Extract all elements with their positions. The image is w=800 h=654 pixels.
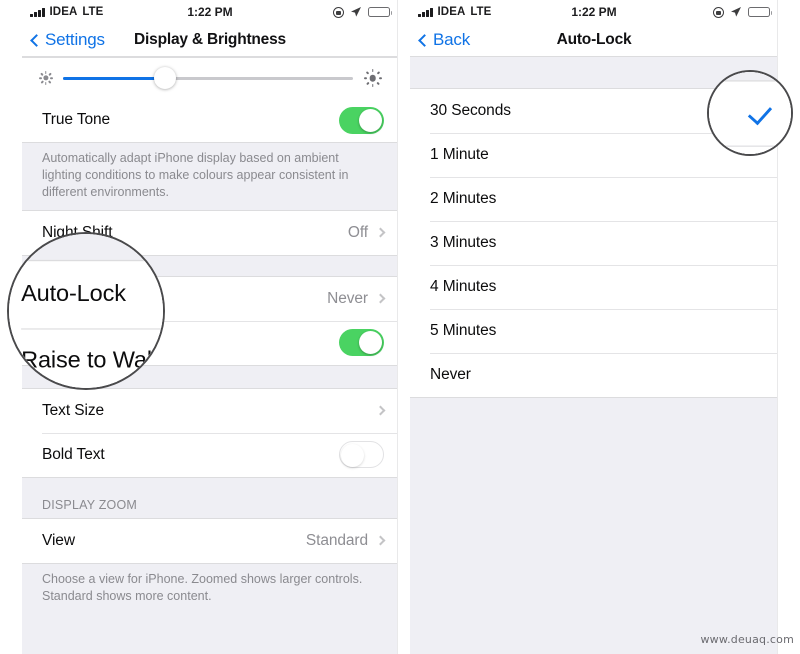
carrier-name: IDEA — [437, 6, 466, 18]
auto-lock-option-label: 5 Minutes — [430, 322, 497, 339]
auto-lock-options-group: 30 Seconds1 Minute2 Minutes3 Minutes4 Mi… — [709, 80, 791, 154]
left-status-bar: IDEA LTE 1:22 PM — [22, 0, 398, 24]
auto-lock-option-row[interactable]: 30 Seconds — [709, 81, 791, 146]
auto-lock-option-label: 1 Minute — [430, 146, 489, 163]
auto-lock-option-label: Never — [430, 366, 471, 383]
bold-text-toggle[interactable] — [339, 441, 384, 469]
row-label: View — [42, 531, 75, 549]
rotation-lock-icon — [713, 6, 724, 18]
left-phone-screen: IDEA LTE 1:22 PM Settings Display & Brig… — [9, 234, 163, 388]
location-arrow-icon — [731, 7, 741, 17]
row-label: Bold Text — [42, 445, 105, 463]
auto-lock-option-label: 2 Minutes — [430, 190, 497, 207]
row-label: Raise to Wake — [21, 347, 163, 374]
row-text-size[interactable]: Text Size — [22, 388, 398, 433]
back-button-label: Settings — [45, 30, 105, 49]
display-zoom-header: DISPLAY ZOOM — [22, 477, 398, 518]
auto-lock-option-row[interactable]: 4 Minutes — [410, 265, 778, 309]
auto-lock-option-row[interactable]: 3 Minutes — [410, 221, 778, 265]
right-status-bar: IDEA LTE 1:22 PM — [410, 0, 778, 24]
left-nav-bar: Settings Display & Brightness — [22, 24, 398, 57]
brightness-slider[interactable] — [63, 67, 353, 89]
right-content: 30 Seconds1 Minute2 Minutes3 Minutes4 Mi… — [709, 72, 791, 154]
row-value: Off — [347, 223, 368, 241]
top-gap — [709, 72, 791, 81]
network-type: LTE — [470, 6, 492, 18]
auto-lock-group: Auto-Lock Never Raise to Wake — [9, 259, 163, 388]
chevron-right-icon — [375, 405, 386, 416]
back-button-label: Back — [433, 30, 470, 49]
back-button[interactable]: Back — [410, 30, 470, 50]
brightness-slider-thumb[interactable] — [153, 67, 176, 89]
back-to-settings-button[interactable]: Settings — [22, 30, 105, 50]
row-auto-lock[interactable]: Auto-Lock Never — [9, 260, 163, 328]
sun-small-icon — [38, 71, 53, 86]
carrier-name: IDEA — [49, 6, 78, 18]
row-label: True Tone — [42, 111, 111, 128]
row-bold-text[interactable]: Bold Text — [22, 432, 398, 477]
row-label: Auto-Lock — [21, 280, 126, 307]
right-phone-screen: IDEA LTE 1:22 PM Back Auto-Lock 30 Secon… — [709, 72, 791, 154]
brightness-slider-row[interactable] — [22, 58, 398, 98]
signal-bars-icon — [418, 7, 433, 17]
true-tone-footnote: Automatically adapt iPhone display based… — [22, 143, 398, 210]
chevron-right-icon — [375, 227, 386, 238]
section-gap — [9, 234, 163, 260]
raise-to-wake-toggle[interactable] — [339, 329, 384, 357]
chevron-left-icon — [30, 33, 43, 47]
location-arrow-icon — [351, 7, 361, 17]
network-type: LTE — [82, 6, 104, 18]
auto-lock-option-row[interactable]: 2 Minutes — [410, 177, 778, 221]
status-left-group: IDEA LTE — [418, 6, 491, 18]
row-raise-to-wake[interactable]: Raise to Wake — [9, 327, 163, 388]
status-left-group: IDEA LTE — [30, 6, 103, 18]
auto-lock-option-row[interactable]: Never — [410, 353, 778, 397]
rotation-lock-icon — [333, 6, 344, 18]
battery-icon — [368, 6, 393, 18]
checkmark-icon — [749, 102, 772, 125]
auto-lock-option-label: 3 Minutes — [430, 234, 497, 251]
text-group: Text Size Bold Text — [22, 387, 398, 478]
screenshot-stage: IDEA LTE 1:22 PM Settings Display & Brig… — [0, 0, 800, 654]
true-tone-toggle[interactable] — [339, 106, 384, 134]
display-zoom-footnote: Choose a view for iPhone. Zoomed shows l… — [22, 563, 398, 614]
auto-lock-option-row[interactable]: 1 Minute — [709, 145, 791, 154]
watermark: www.deuaq.com — [700, 633, 794, 646]
chevron-right-icon — [375, 293, 386, 304]
status-right-group — [333, 6, 393, 18]
magnifier-auto-lock: IDEA LTE 1:22 PM Settings Display & Brig… — [7, 232, 165, 390]
left-content: True Tone Automatically adapt iPhone dis… — [9, 234, 163, 388]
magnifier-checkmark: IDEA LTE 1:22 PM Back Auto-Lock 30 Secon… — [707, 70, 793, 156]
row-value: Standard — [305, 531, 368, 549]
sun-large-icon — [363, 69, 382, 88]
row-value: Never — [327, 289, 368, 307]
status-right-group — [713, 6, 773, 18]
right-nav-bar: Back Auto-Lock — [410, 24, 778, 57]
battery-icon — [748, 6, 773, 18]
auto-lock-option-row[interactable]: 5 Minutes — [410, 309, 778, 353]
signal-bars-icon — [30, 7, 45, 17]
chevron-left-icon — [418, 33, 431, 47]
chevron-right-icon — [375, 535, 386, 546]
brightness-group: True Tone — [22, 57, 398, 143]
display-zoom-group: View Standard — [22, 517, 398, 564]
auto-lock-option-label: 30 Seconds — [430, 102, 511, 119]
row-view[interactable]: View Standard — [22, 518, 398, 563]
auto-lock-option-label: 4 Minutes — [430, 278, 497, 295]
row-label: Text Size — [42, 401, 104, 419]
row-true-tone[interactable]: True Tone — [22, 98, 398, 142]
